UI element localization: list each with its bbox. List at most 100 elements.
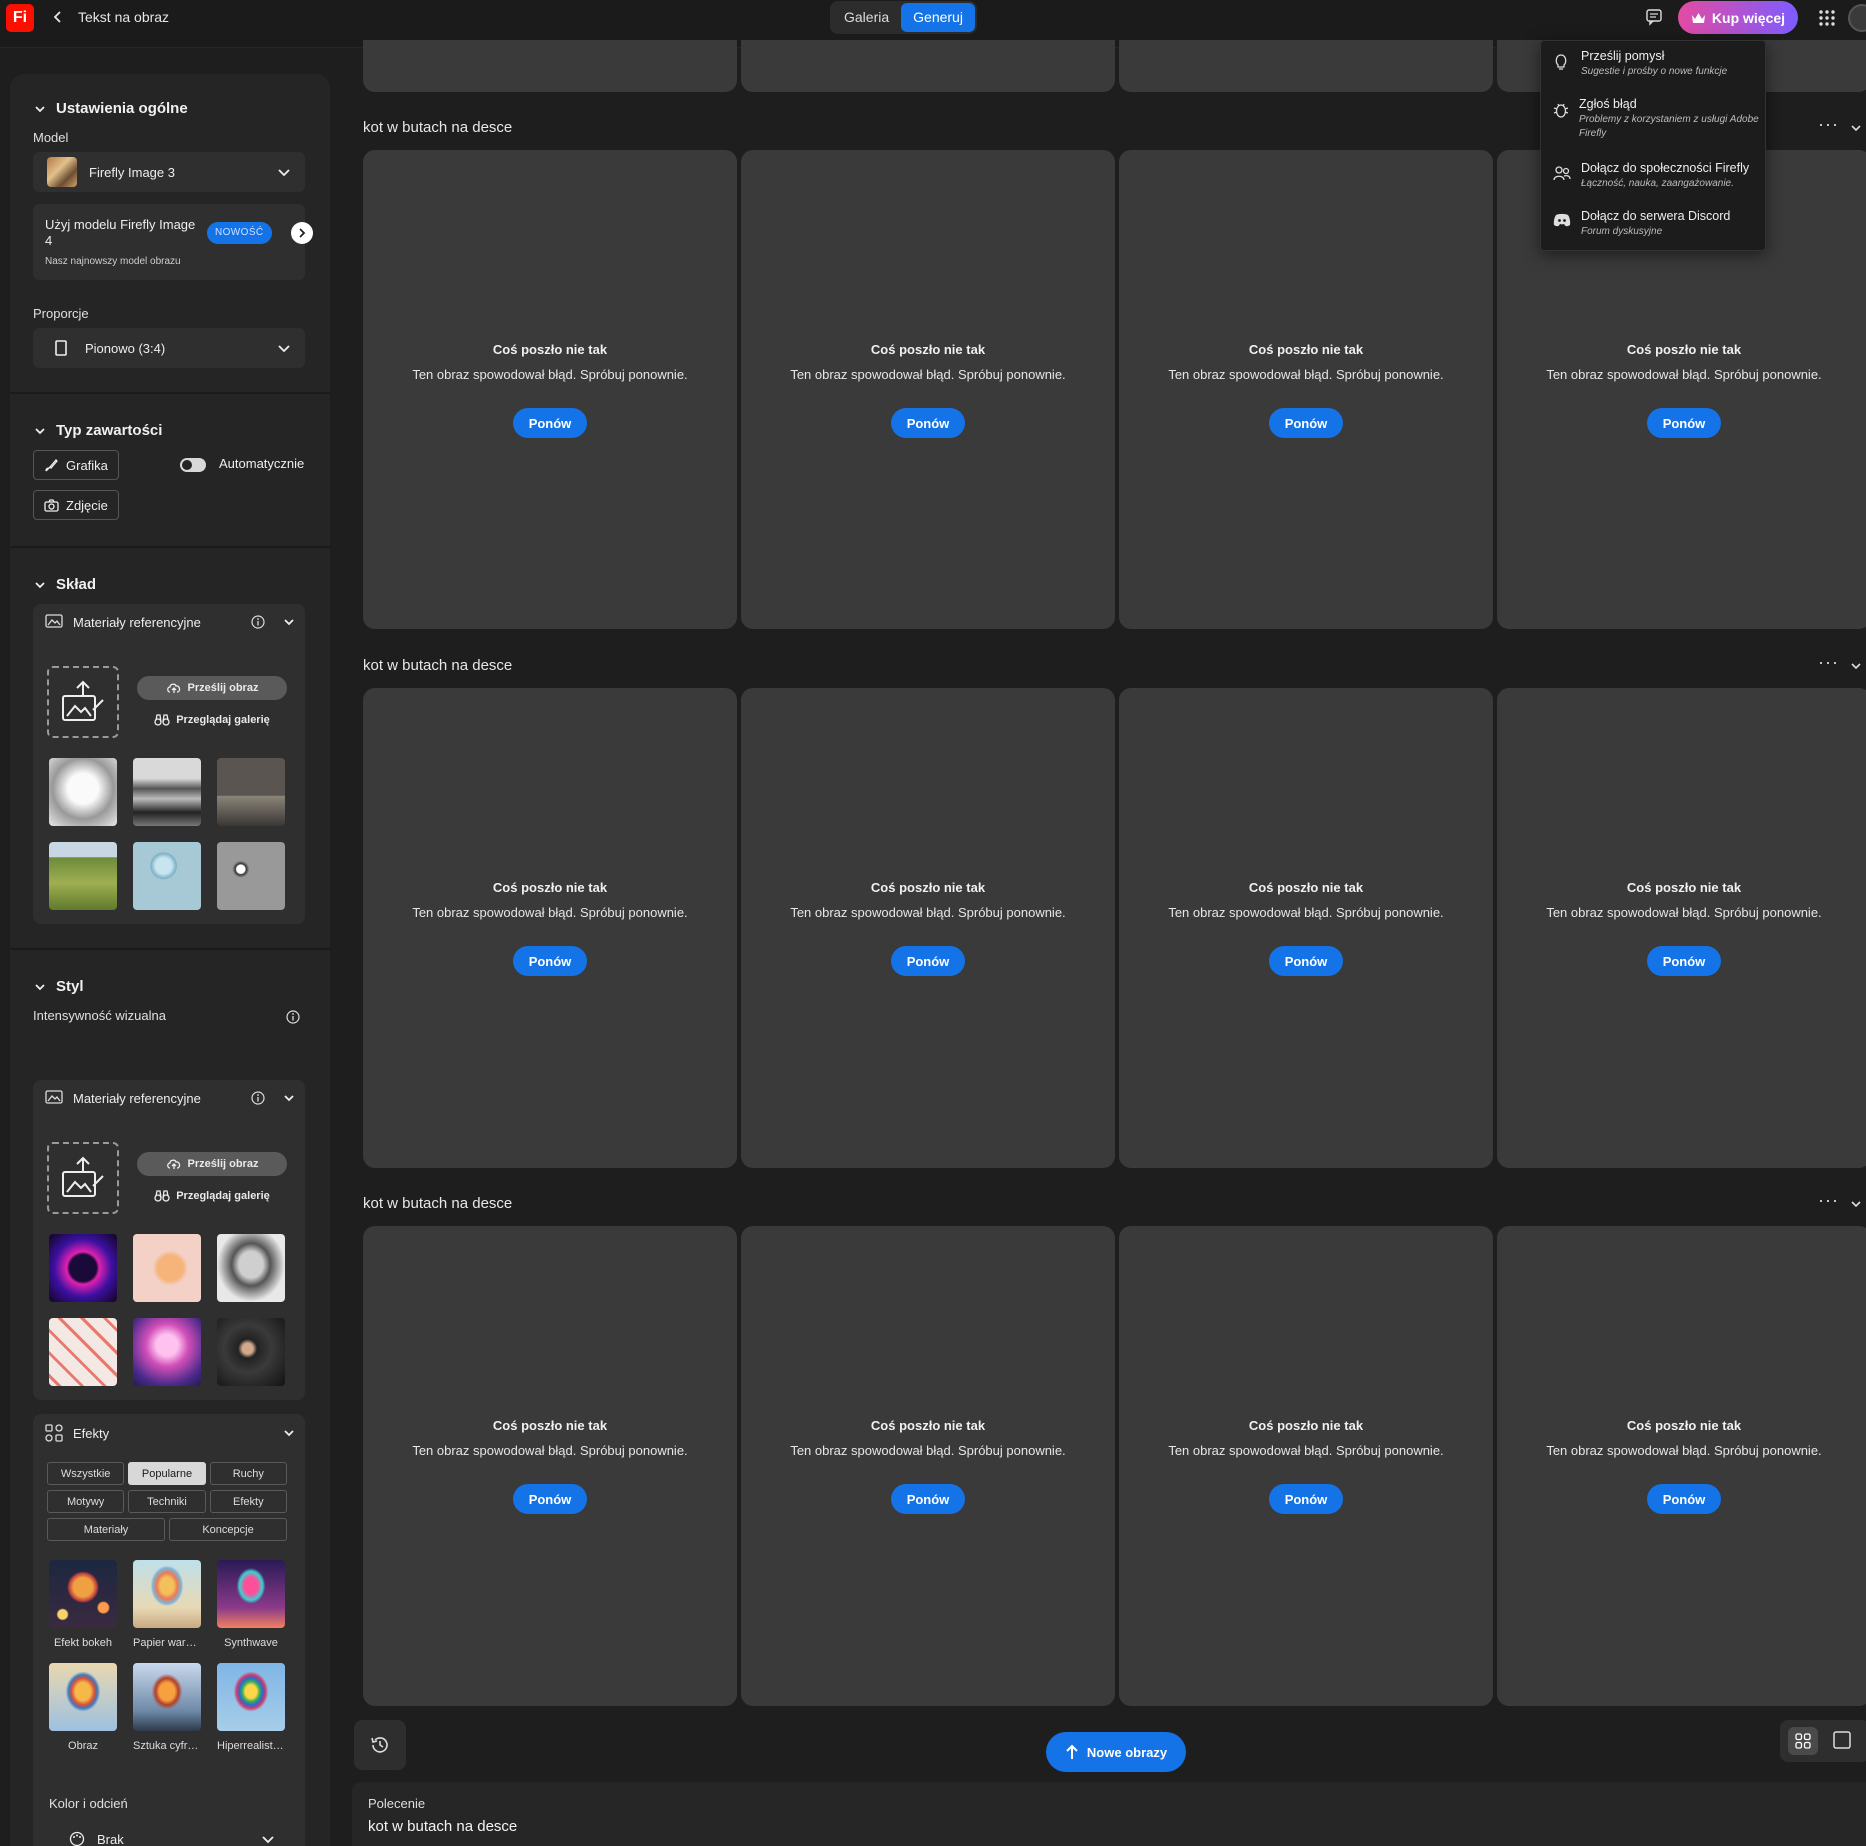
retry-button[interactable]: Ponów [1269, 1484, 1343, 1514]
prompt-input[interactable]: kot w butach na desce [368, 1818, 517, 1835]
retry-button[interactable]: Ponów [513, 946, 587, 976]
aspect-ratio-dropdown[interactable]: Pionowo (3:4) [33, 328, 305, 368]
filter-popular[interactable]: Popularne [128, 1462, 206, 1485]
filter-movements[interactable]: Ruchy [209, 1462, 287, 1485]
info-icon[interactable] [251, 1091, 265, 1105]
effect-tile-hyperrealism[interactable]: Hiperrealisty... [217, 1663, 285, 1752]
retry-button[interactable]: Ponów [513, 1484, 587, 1514]
filter-all[interactable]: Wszystkie [47, 1462, 125, 1485]
reference-header[interactable]: Materiały referencyjne [45, 1090, 295, 1106]
retry-button[interactable]: Ponów [1647, 1484, 1721, 1514]
grid-view-icon[interactable] [1788, 1727, 1818, 1755]
effect-tile-synthwave[interactable]: Synthwave [217, 1560, 285, 1649]
single-view-icon[interactable] [1832, 1730, 1852, 1750]
image-card-error[interactable]: Coś poszło nie tak Ten obraz spowodował … [363, 1226, 737, 1706]
chevron-down-icon[interactable] [1850, 1198, 1862, 1210]
reference-thumbnail-owl[interactable] [217, 842, 285, 910]
style-thumbnail-engraving-portrait[interactable] [217, 1234, 285, 1302]
section-general-settings[interactable]: Ustawienia ogólne [34, 100, 188, 117]
retry-button[interactable]: Ponów [1647, 408, 1721, 438]
menu-item-report-bug[interactable]: Zgłoś błąd Problemy z korzystaniem z usłu… [1553, 97, 1763, 141]
image-card-error[interactable]: Coś poszło nie tak Ten obraz spowodował … [1119, 688, 1493, 1168]
upload-dropzone[interactable] [47, 666, 119, 738]
reference-thumbnail-mountains[interactable] [133, 758, 201, 826]
filter-techniques[interactable]: Techniki [128, 1490, 206, 1513]
new-images-button[interactable]: Nowe obrazy [1046, 1732, 1186, 1772]
image-card-error[interactable]: Coś poszło nie tak Ten obraz spowodował … [741, 688, 1115, 1168]
retry-button[interactable]: Ponów [1647, 946, 1721, 976]
retry-button[interactable]: Ponów [891, 1484, 965, 1514]
reference-header[interactable]: Materiały referencyjne [45, 614, 295, 630]
auto-toggle[interactable] [180, 458, 206, 472]
retry-button[interactable]: Ponów [891, 408, 965, 438]
menu-item-submit-idea[interactable]: Prześlij pomysł Sugestie i prośby o nowe … [1553, 49, 1763, 79]
chevron-down-icon[interactable] [1850, 660, 1862, 672]
chevron-down-icon[interactable] [275, 1092, 295, 1104]
avatar[interactable] [1848, 4, 1866, 32]
chevron-down-icon[interactable] [1850, 122, 1862, 134]
filter-themes[interactable]: Motywy [47, 1490, 125, 1513]
more-options-icon[interactable]: ··· [1818, 652, 1839, 673]
section-composition[interactable]: Skład [34, 576, 96, 593]
image-card-error[interactable]: Coś poszło nie tak Ten obraz spowodował … [741, 150, 1115, 629]
image-card-error[interactable]: Coś poszło nie tak Ten obraz spowodował … [1497, 688, 1866, 1168]
image-card-partial[interactable] [741, 40, 1115, 92]
upload-image-button[interactable]: Prześlij obraz [137, 676, 287, 700]
reference-thumbnail-room[interactable] [217, 758, 285, 826]
more-options-icon[interactable]: ··· [1818, 114, 1839, 135]
firefly-image-4-promo[interactable]: Użyj modelu Firefly Image 4 NOWOŚĆ Nasz … [33, 204, 313, 280]
image-card-error[interactable]: Coś poszło nie tak Ten obraz spowodował … [363, 150, 737, 629]
image-card-error[interactable]: Coś poszło nie tak Ten obraz spowodował … [741, 1226, 1115, 1706]
section-content-type[interactable]: Typ zawartości [34, 422, 162, 439]
photo-chip[interactable]: Zdjęcie [33, 490, 119, 520]
apps-grid-icon[interactable] [1818, 9, 1836, 27]
history-button[interactable] [354, 1720, 406, 1770]
effect-tile-painting[interactable]: Obraz [49, 1663, 117, 1752]
menu-item-join-community[interactable]: Dołącz do społeczności Firefly Łączność, … [1553, 161, 1763, 191]
tab-generate[interactable]: Generuj [901, 3, 975, 32]
retry-button[interactable]: Ponów [1269, 946, 1343, 976]
upload-dropzone[interactable] [47, 1142, 119, 1214]
graphic-chip[interactable]: Grafika [33, 450, 119, 480]
browse-gallery-button[interactable]: Przeglądaj galerię [137, 1184, 287, 1208]
feedback-icon[interactable] [1645, 8, 1663, 26]
model-dropdown[interactable]: Firefly Image 3 [33, 152, 305, 192]
menu-item-join-discord[interactable]: Dołącz do serwera Discord Forum dyskusyjn… [1553, 209, 1763, 239]
more-options-icon[interactable]: ··· [1818, 1190, 1839, 1211]
style-thumbnail-thumbs-up[interactable] [133, 1234, 201, 1302]
chevron-down-icon[interactable] [275, 616, 295, 628]
retry-button[interactable]: Ponów [513, 408, 587, 438]
reference-thumbnail-sphere[interactable] [133, 842, 201, 910]
filter-effects[interactable]: Efekty [209, 1490, 287, 1513]
effects-header[interactable]: Efekty [45, 1424, 295, 1442]
effect-tile-layered-paper[interactable]: Papier warst... [133, 1560, 201, 1649]
chevron-down-icon[interactable] [283, 1427, 295, 1439]
filter-materials[interactable]: Materiały [47, 1518, 165, 1541]
image-card-error[interactable]: Coś poszło nie tak Ten obraz spowodował … [1497, 1226, 1866, 1706]
image-card-partial[interactable] [1119, 40, 1493, 92]
effect-tile-digital-art[interactable]: Sztuka cyfro... [133, 1663, 201, 1752]
info-icon[interactable] [286, 1010, 300, 1024]
reference-thumbnail-road[interactable] [49, 842, 117, 910]
filter-concepts[interactable]: Koncepcje [169, 1518, 287, 1541]
style-thumbnail-pink-clouds[interactable] [133, 1318, 201, 1386]
browse-gallery-button[interactable]: Przeglądaj galerię [137, 708, 287, 732]
upload-image-button[interactable]: Prześlij obraz [137, 1152, 287, 1176]
color-tone-dropdown[interactable]: Brak [49, 1822, 289, 1846]
style-thumbnail-neon-figure[interactable] [49, 1234, 117, 1302]
tab-gallery[interactable]: Galeria [832, 3, 901, 32]
back-chevron-icon[interactable] [50, 9, 66, 25]
retry-button[interactable]: Ponów [1269, 408, 1343, 438]
image-card-error[interactable]: Coś poszło nie tak Ten obraz spowodował … [1119, 150, 1493, 629]
firefly-logo[interactable]: Fi [6, 4, 34, 32]
buy-more-button[interactable]: Kup więcej [1678, 1, 1798, 34]
retry-button[interactable]: Ponów [891, 946, 965, 976]
image-card-error[interactable]: Coś poszło nie tak Ten obraz spowodował … [1119, 1226, 1493, 1706]
image-card-partial[interactable] [363, 40, 737, 92]
reference-thumbnail-bird-sketch[interactable] [49, 758, 117, 826]
arrow-right-icon[interactable] [291, 222, 313, 244]
info-icon[interactable] [251, 615, 265, 629]
effect-tile-bokeh[interactable]: Efekt bokeh [49, 1560, 117, 1649]
style-thumbnail-pattern[interactable] [49, 1318, 117, 1386]
section-style[interactable]: Styl [34, 978, 84, 995]
